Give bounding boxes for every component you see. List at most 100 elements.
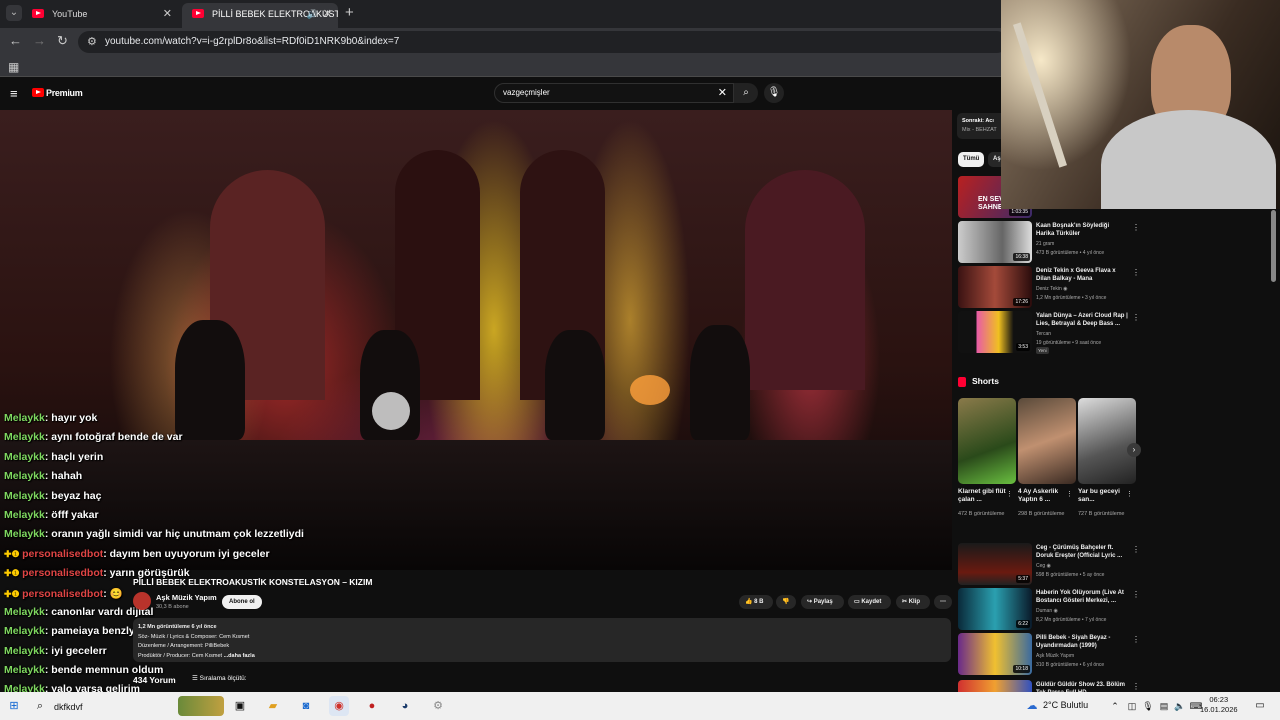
channel-name[interactable]: 21 gram [1036,241,1054,247]
forward-arrow-icon[interactable]: → [33,33,46,48]
weather-text[interactable]: 2°C Bulutlu [1043,700,1088,710]
short-thumbnail[interactable] [1078,398,1136,484]
more-options-icon[interactable]: ⋮ [1132,268,1140,277]
tab-video[interactable]: PİLLİ BEBEK ELEKTROAKUST 🔊 ✕ [182,3,338,28]
taskbar-search-highlight-icon[interactable] [178,696,224,716]
voice-search-button[interactable]: 🎙 [764,83,784,103]
youtube-logo-icon[interactable] [32,88,44,97]
outlook-icon[interactable]: ◙ [296,696,316,716]
recommendation-item[interactable]: 17:26 Deniz Tekin x Geeva Flava x Dilan … [958,266,1140,308]
recommendation-item[interactable]: 16:38 Kaan Boşnak'ın Söylediği Harika Tü… [958,221,1140,263]
taskbar-search-text[interactable]: dkfkdvf [54,702,83,712]
more-options-icon[interactable]: ⋮ [1126,490,1133,498]
settings-app-icon[interactable]: ⚙ [428,696,448,716]
page-scrollbar[interactable] [1271,210,1276,282]
channel-name[interactable]: Aşk Müzik Yapım [156,593,217,602]
chip-all[interactable]: Tümü [958,152,985,167]
channel-avatar[interactable] [133,592,151,610]
subscribe-button[interactable]: Abone ol [222,595,262,609]
channel-name[interactable]: Tercan [1036,331,1051,337]
musician-silhouette [545,330,605,440]
close-tab-icon[interactable]: ✕ [323,3,332,25]
address-bar[interactable]: ⚙ youtube.com/watch?v=i-g2rplDr8o&list=R… [78,31,1008,53]
search-query-text[interactable]: vazgeçmişler [503,88,550,97]
recommendation-item[interactable]: 3:53 Yalan Dünya – Azeri Cloud Rap | Lie… [958,311,1140,354]
more-actions-button[interactable]: ⋯ [934,595,952,609]
video-thumbnail[interactable]: 6:22 [958,588,1032,630]
obs-icon[interactable]: ● [362,696,382,716]
windows-start-icon[interactable]: ⊞ [4,696,24,716]
show-more-link[interactable]: ...daha fazla [224,653,255,659]
dislike-button[interactable]: 👎 [776,595,796,609]
search-button[interactable]: ⌕ [734,83,758,103]
video-title[interactable]: Deniz Tekin x Geeva Flava x Dilan Balkay… [1036,267,1128,283]
video-thumbnail[interactable]: 3:53 [958,311,1032,353]
screen: ⌄ YouTube ✕ PİLLİ BEBEK ELEKTROAKUST 🔊 ✕… [0,0,1280,720]
video-title[interactable]: Haberin Yok Ölüyorum (Live At Bostancı G… [1036,589,1128,605]
chat-message: Melaykk: hahah [4,470,334,489]
video-title[interactable]: Güldür Güldür Show 23. Bölüm Tek Parça F… [1036,681,1128,692]
back-arrow-icon[interactable]: ← [9,33,22,48]
video-thumbnail[interactable]: 10:18 [958,633,1032,675]
chrome-icon[interactable]: ◉ [329,696,349,716]
recommendation-item[interactable]: 10:18 Pilli Bebek - Siyah Beyaz - Uyandı… [958,633,1140,675]
channel-name[interactable]: Duman ◉ [1036,608,1058,614]
taskbar-search-icon[interactable]: ⌕ [30,696,50,716]
site-info-icon[interactable]: ⚙ [87,35,97,48]
recommendation-item[interactable]: Güldür Güldür Show 23. Bölüm Tek Parça F… [958,680,1138,692]
task-view-icon[interactable]: ▣ [230,696,250,716]
short-title[interactable]: Klarnet gibi flüt çalan ... [958,488,1006,504]
youtube-premium-logo[interactable]: Premium [46,88,83,98]
video-thumbnail[interactable]: 16:38 [958,221,1032,263]
video-description[interactable]: 1,2 Mn görüntüleme 6 yıl önce Söz- Müzik… [133,618,951,662]
video-title[interactable]: Kaan Boşnak'ın Söylediği Harika Türküler [1036,222,1128,238]
notifications-icon[interactable]: ▭ [1250,696,1270,716]
more-options-icon[interactable]: ⋮ [1006,490,1013,498]
clear-search-icon[interactable]: ✕ [718,86,727,99]
clock[interactable]: 06:23 16.01.2026 [1200,695,1238,715]
shorts-next-arrow-icon[interactable]: › [1127,443,1141,457]
short-thumbnail[interactable] [1018,398,1076,484]
steam-icon[interactable]: ◕ [395,696,415,716]
file-explorer-icon[interactable]: ▰ [263,696,283,716]
share-button[interactable]: ↪ Paylaş [801,595,844,609]
more-options-icon[interactable]: ⋮ [1132,545,1140,554]
url-text[interactable]: youtube.com/watch?v=i-g2rplDr8o&list=RDf… [105,36,399,47]
sort-comments-button[interactable]: ☰ Sıralama ölçütü: [192,674,247,682]
apps-grid-icon[interactable]: ▦ [8,60,19,74]
video-title[interactable]: Yalan Dünya – Azeri Cloud Rap | Lies, Be… [1036,312,1128,328]
audio-playing-icon[interactable]: 🔊 [307,3,318,25]
more-options-icon[interactable]: ⋮ [1132,682,1138,691]
channel-name[interactable]: Aşk Müzik Yapım [1036,653,1074,659]
video-title[interactable]: Ceg - Çürümüş Bahçeler ft. Doruk Ereşter… [1036,544,1128,560]
more-options-icon[interactable]: ⋮ [1132,223,1140,232]
chat-text: : aynı fotoğraf bende de var [44,431,183,444]
up-next-panel[interactable]: Sonraki: Acı Mix - BEHZAT [957,113,1007,139]
menu-hamburger-icon[interactable]: ≡ [10,86,18,101]
more-options-icon[interactable]: ⋮ [1132,635,1140,644]
channel-name[interactable]: Deniz Tekin ◉ [1036,286,1068,292]
channel-name[interactable]: Ceg ◉ [1036,563,1051,569]
close-tab-icon[interactable]: ✕ [163,3,172,25]
more-options-icon[interactable]: ⋮ [1132,590,1140,599]
save-button[interactable]: ▭ Kaydet [848,595,891,609]
recommendation-item[interactable]: 6:22 Haberin Yok Ölüyorum (Live At Bosta… [958,588,1140,630]
like-button[interactable]: 👍 8 B [739,595,773,609]
clip-button[interactable]: ✂ Klip [896,595,930,609]
short-title[interactable]: 4 Ay Askerlik Yaptın 6 ... [1018,488,1066,504]
video-title[interactable]: Pilli Bebek - Siyah Beyaz - Uyandırmadan… [1036,634,1128,650]
search-input[interactable]: vazgeçmişler ✕ [494,83,734,103]
tab-youtube[interactable]: YouTube ✕ [22,3,178,28]
new-tab-button[interactable]: + [345,4,354,21]
more-options-icon[interactable]: ⋮ [1132,313,1140,322]
video-thumbnail[interactable]: 17:26 [958,266,1032,308]
more-options-icon[interactable]: ⋮ [1066,490,1073,498]
short-title[interactable]: Yar bu geceyi san... [1078,488,1126,504]
video-thumbnail[interactable]: 5:37 [958,543,1032,585]
reload-icon[interactable]: ↻ [57,33,68,49]
video-thumbnail[interactable] [958,680,1032,692]
tab-search-chevron-icon[interactable]: ⌄ [6,5,22,21]
chat-text: : öfff yakar [44,508,99,521]
recommendation-item[interactable]: 5:37 Ceg - Çürümüş Bahçeler ft. Doruk Er… [958,543,1140,585]
short-thumbnail[interactable] [958,398,1016,484]
